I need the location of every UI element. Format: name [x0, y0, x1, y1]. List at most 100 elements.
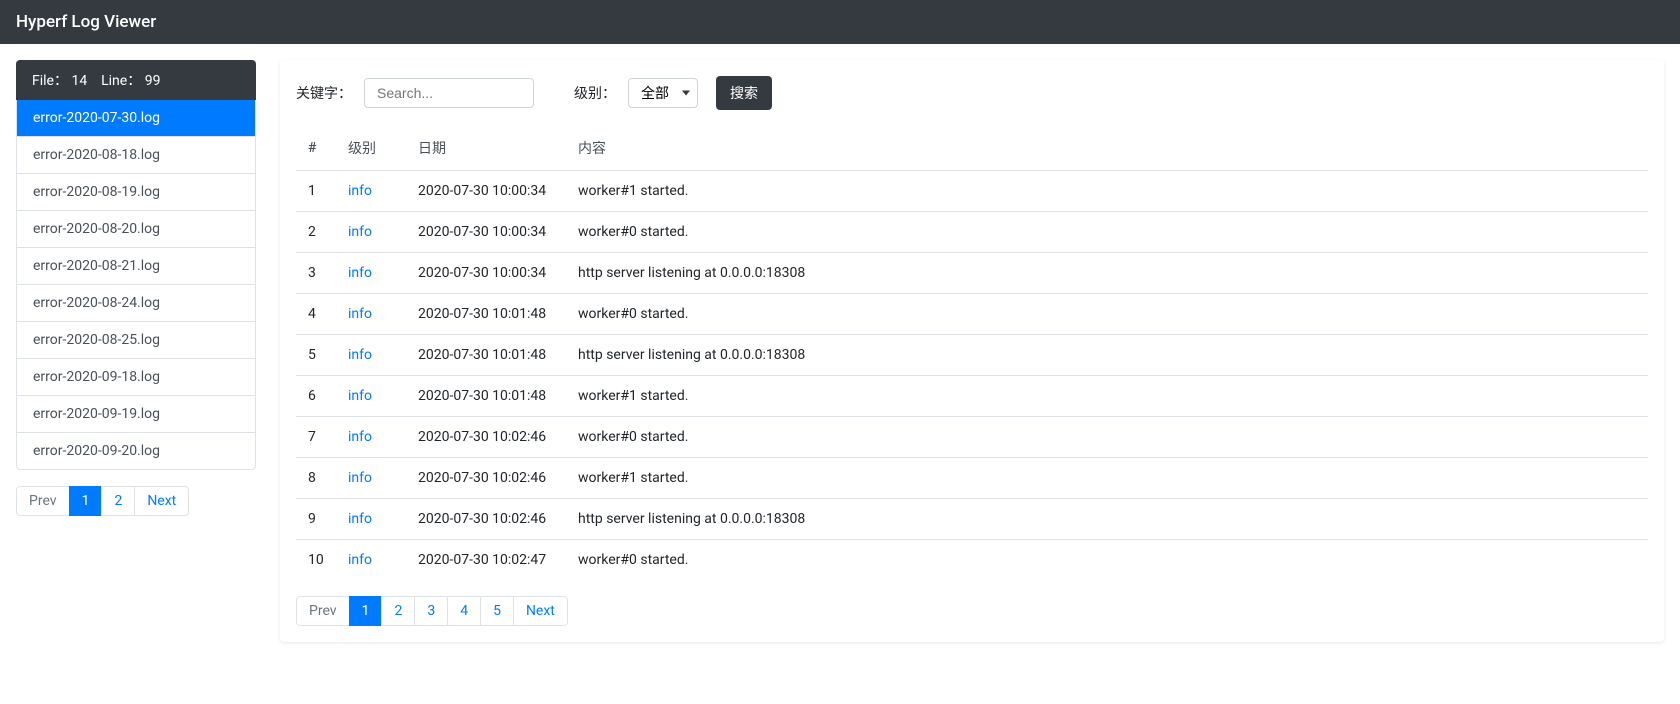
th-date: 日期 — [406, 126, 566, 171]
cell-content: http server listening at 0.0.0.0:18308 — [566, 335, 1648, 376]
navbar: Hyperf Log Viewer — [0, 0, 1680, 44]
file-list-item[interactable]: error-2020-09-18.log — [17, 358, 255, 395]
level-label: 级别： — [574, 83, 616, 103]
level-link[interactable]: info — [348, 183, 372, 199]
level-link[interactable]: info — [348, 388, 372, 404]
cell-index: 5 — [296, 335, 336, 376]
sidebar-header: File： 14 Line： 99 — [16, 60, 256, 100]
cell-date: 2020-07-30 10:00:34 — [406, 212, 566, 253]
cell-content: worker#0 started. — [566, 540, 1648, 581]
cell-date: 2020-07-30 10:02:46 — [406, 499, 566, 540]
table-row: 4 info 2020-07-30 10:01:48worker#0 started… — [296, 294, 1648, 335]
file-list-item[interactable]: error-2020-08-25.log — [17, 321, 255, 358]
cell-level: info — [336, 171, 406, 212]
file-list-item[interactable]: error-2020-08-20.log — [17, 210, 255, 247]
cell-level: info — [336, 376, 406, 417]
app-title: Hyperf Log Viewer — [16, 12, 156, 32]
file-list-item[interactable]: error-2020-07-30.log — [17, 100, 255, 136]
level-link[interactable]: info — [348, 470, 372, 486]
line-label: Line： — [101, 73, 141, 89]
cell-index: 6 — [296, 376, 336, 417]
pagination-item[interactable]: 2 — [381, 596, 415, 626]
file-list-item[interactable]: error-2020-08-18.log — [17, 136, 255, 173]
file-list-item[interactable]: error-2020-08-21.log — [17, 247, 255, 284]
pagination-item[interactable]: 5 — [480, 596, 514, 626]
line-count: 99 — [145, 73, 161, 89]
cell-level: info — [336, 253, 406, 294]
cell-index: 2 — [296, 212, 336, 253]
table-row: 6 info 2020-07-30 10:01:48worker#1 started… — [296, 376, 1648, 417]
cell-content: worker#0 started. — [566, 212, 1648, 253]
table-row: 10 info 2020-07-30 10:02:47worker#0 starte… — [296, 540, 1648, 581]
table-pagination: Prev12345Next — [296, 596, 1648, 626]
cell-level: info — [336, 294, 406, 335]
level-link[interactable]: info — [348, 347, 372, 363]
cell-date: 2020-07-30 10:02:47 — [406, 540, 566, 581]
cell-content: worker#1 started. — [566, 458, 1648, 499]
cell-date: 2020-07-30 10:02:46 — [406, 458, 566, 499]
cell-level: info — [336, 499, 406, 540]
level-link[interactable]: info — [348, 224, 372, 240]
file-list-item[interactable]: error-2020-08-24.log — [17, 284, 255, 321]
level-link[interactable]: info — [348, 511, 372, 527]
cell-content: http server listening at 0.0.0.0:18308 — [566, 253, 1648, 294]
file-list-item[interactable]: error-2020-09-20.log — [17, 432, 255, 469]
pagination-item[interactable]: 2 — [101, 486, 135, 516]
pagination-item[interactable]: Next — [134, 486, 189, 516]
filter-row: 关键字： 级别： 全部 搜索 — [296, 76, 1648, 110]
level-link[interactable]: info — [348, 265, 372, 281]
cell-content: worker#0 started. — [566, 294, 1648, 335]
table-row: 8 info 2020-07-30 10:02:46worker#1 started… — [296, 458, 1648, 499]
th-level: 级别 — [336, 126, 406, 171]
table-row: 5 info 2020-07-30 10:01:48http server list… — [296, 335, 1648, 376]
cell-content: worker#0 started. — [566, 417, 1648, 458]
level-select[interactable]: 全部 — [628, 78, 698, 108]
cell-index: 8 — [296, 458, 336, 499]
level-link[interactable]: info — [348, 552, 372, 568]
sidebar: File： 14 Line： 99 error-2020-07-30.loger… — [16, 60, 256, 516]
cell-index: 3 — [296, 253, 336, 294]
keyword-label: 关键字： — [296, 83, 352, 103]
pagination-item: Prev — [16, 486, 70, 516]
cell-date: 2020-07-30 10:02:46 — [406, 417, 566, 458]
cell-level: info — [336, 540, 406, 581]
table-row: 2 info 2020-07-30 10:00:34worker#0 started… — [296, 212, 1648, 253]
file-count: 14 — [71, 73, 87, 89]
table-row: 1 info 2020-07-30 10:00:34worker#1 started… — [296, 171, 1648, 212]
cell-content: http server listening at 0.0.0.0:18308 — [566, 499, 1648, 540]
search-button[interactable]: 搜索 — [716, 76, 772, 110]
cell-content: worker#1 started. — [566, 171, 1648, 212]
cell-index: 7 — [296, 417, 336, 458]
sidebar-pagination: Prev12Next — [16, 486, 256, 516]
cell-content: worker#1 started. — [566, 376, 1648, 417]
cell-index: 4 — [296, 294, 336, 335]
level-link[interactable]: info — [348, 306, 372, 322]
cell-index: 1 — [296, 171, 336, 212]
cell-date: 2020-07-30 10:00:34 — [406, 171, 566, 212]
search-input[interactable] — [364, 78, 534, 108]
file-list-item[interactable]: error-2020-08-19.log — [17, 173, 255, 210]
cell-date: 2020-07-30 10:01:48 — [406, 294, 566, 335]
pagination-item[interactable]: Next — [513, 596, 568, 626]
cell-level: info — [336, 212, 406, 253]
table-row: 3 info 2020-07-30 10:00:34http server list… — [296, 253, 1648, 294]
pagination-item[interactable]: 3 — [414, 596, 448, 626]
th-index: # — [296, 126, 336, 171]
main-container: File： 14 Line： 99 error-2020-07-30.loger… — [0, 44, 1680, 658]
file-label: File： — [32, 73, 68, 89]
pagination-item[interactable]: 4 — [447, 596, 481, 626]
pagination-item[interactable]: 1 — [349, 596, 383, 626]
cell-date: 2020-07-30 10:00:34 — [406, 253, 566, 294]
table-row: 9 info 2020-07-30 10:02:46http server list… — [296, 499, 1648, 540]
file-list-item[interactable]: error-2020-09-19.log — [17, 395, 255, 432]
cell-date: 2020-07-30 10:01:48 — [406, 335, 566, 376]
pagination-item[interactable]: 1 — [69, 486, 103, 516]
level-link[interactable]: info — [348, 429, 372, 445]
cell-level: info — [336, 458, 406, 499]
cell-index: 9 — [296, 499, 336, 540]
pagination-item: Prev — [296, 596, 350, 626]
cell-level: info — [336, 335, 406, 376]
cell-date: 2020-07-30 10:01:48 — [406, 376, 566, 417]
cell-index: 10 — [296, 540, 336, 581]
th-content: 内容 — [566, 126, 1648, 171]
